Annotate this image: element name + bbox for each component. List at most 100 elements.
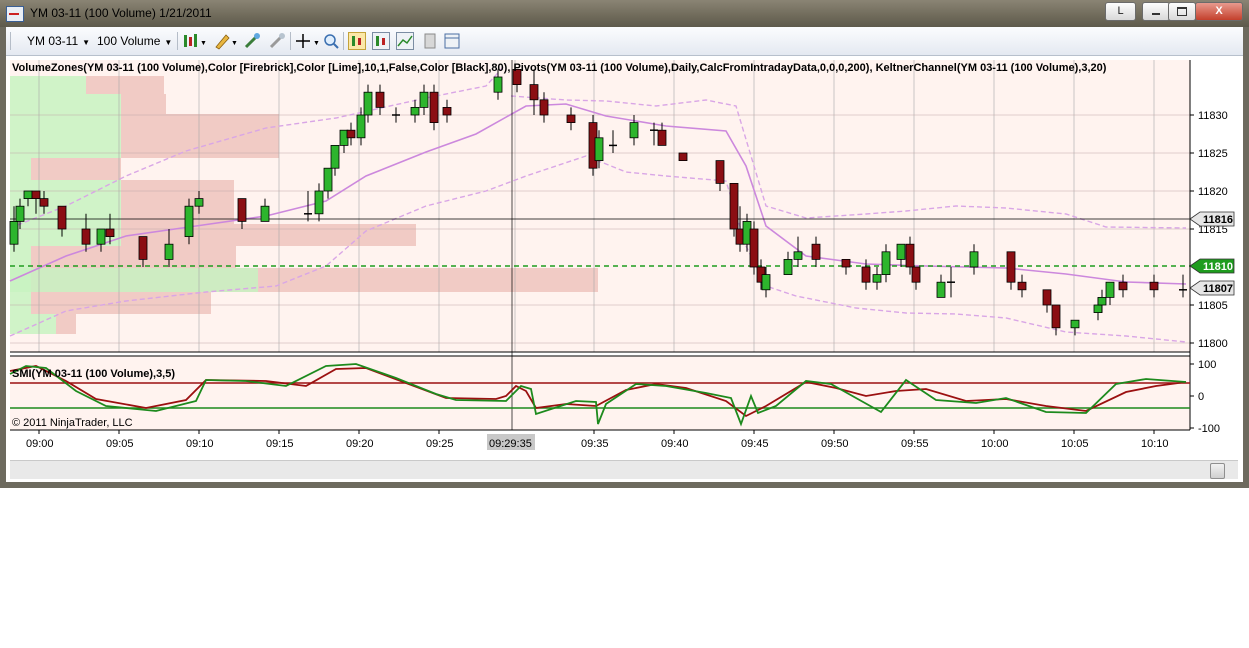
scrollbar-thumb[interactable] <box>1210 463 1225 479</box>
candle-down <box>237 198 247 222</box>
link-button[interactable]: L <box>1105 2 1136 21</box>
crosshair-time-label: 09:29:35 <box>489 438 532 450</box>
eraser-icon[interactable] <box>268 32 286 50</box>
close-button[interactable]: X <box>1195 2 1243 21</box>
candle-up <box>410 107 420 116</box>
candle-down <box>905 243 915 268</box>
volume-zone-sell <box>31 246 236 268</box>
toolbar-separator <box>290 32 291 50</box>
candle-up <box>761 274 771 291</box>
candle-up <box>323 167 333 192</box>
candle-up <box>194 198 204 207</box>
time-tick-label: 09:45 <box>741 438 769 450</box>
volume-zone-buy <box>10 114 121 136</box>
candle-up <box>594 137 604 162</box>
interval-label: 100 Volume <box>97 34 161 48</box>
drag-icon[interactable] <box>243 32 261 50</box>
indicator-header: VolumeZones(YM 03-11 (100 Volume),Color … <box>12 62 1107 74</box>
copyright-text: © 2011 NinjaTrader, LLC <box>12 417 133 429</box>
volume-zone-buy <box>10 158 31 180</box>
time-tick-label: 09:00 <box>26 438 54 450</box>
toolbar: YM 03-11 ▼ 100 Volume ▼ ▼ ▼ ▼ <box>6 27 1243 56</box>
candle-down <box>1051 304 1061 329</box>
chart-area[interactable]: 11830 11825 11820 11815 11805 11800 11816 11810… <box>6 56 1243 482</box>
candle-up <box>419 91 429 108</box>
volume-zone-sell <box>258 268 598 292</box>
app-window: YM 03-11 (100 Volume) 1/21/2011 L X YM 0… <box>0 0 1249 488</box>
instrument-selector[interactable]: YM 03-11 ▼ <box>27 34 90 48</box>
candle-down <box>31 190 41 199</box>
zoom-icon[interactable] <box>322 32 340 50</box>
toolbar-separator <box>343 32 344 50</box>
candle-up <box>783 258 793 275</box>
time-tick-label: 09:40 <box>661 438 689 450</box>
candle-down <box>346 129 356 139</box>
candle-up <box>493 76 503 93</box>
time-tick-label: 10:00 <box>981 438 1009 450</box>
candle-up <box>793 251 803 260</box>
crosshair-icon[interactable]: ▼ <box>295 32 321 50</box>
minimize-icon <box>1152 13 1160 16</box>
maximize-icon <box>1177 6 1187 16</box>
interval-selector[interactable]: 100 Volume ▼ <box>97 34 172 48</box>
data-box-icon[interactable] <box>348 32 366 50</box>
candle-up <box>96 228 106 245</box>
volume-zone-sell <box>121 224 416 246</box>
pencil-icon[interactable]: ▼ <box>213 32 239 50</box>
minimize-button[interactable] <box>1142 2 1170 21</box>
candle-up <box>15 205 25 222</box>
volume-zone-sell <box>121 136 279 158</box>
volume-zone-sell <box>121 114 279 136</box>
candle-down <box>861 266 871 283</box>
candle-down <box>657 129 667 146</box>
price-tick-label: 11805 <box>1198 300 1228 312</box>
candle-down <box>1017 281 1027 291</box>
candle-up <box>184 205 194 237</box>
horizontal-scrollbar[interactable] <box>10 460 1238 479</box>
time-tick-label: 09:55 <box>901 438 929 450</box>
volume-zone-sell <box>86 76 164 94</box>
volume-zone-sell <box>31 292 211 314</box>
time-tick-label: 09:05 <box>106 438 134 450</box>
title-bar[interactable]: YM 03-11 (100 Volume) 1/21/2011 L X <box>0 0 1249 27</box>
candle-up <box>9 220 19 245</box>
candle-down <box>811 243 821 260</box>
candle-down <box>529 84 539 101</box>
chart-properties-icon[interactable] <box>372 32 390 50</box>
candle-up <box>260 205 270 222</box>
volume-zone-sell <box>121 94 166 114</box>
candle-up <box>629 122 639 139</box>
volume-zone-buy <box>10 268 258 292</box>
resistance-price-marker-label: 11816 <box>1203 214 1233 226</box>
candle-up <box>1093 304 1103 313</box>
candle-down <box>539 99 549 116</box>
volume-zone-sell <box>56 314 76 334</box>
candle-down <box>841 258 851 268</box>
candle-up <box>872 274 882 283</box>
volume-zone-sell <box>31 158 121 180</box>
time-tick-label: 09:50 <box>821 438 849 450</box>
candlestick-icon[interactable]: ▼ <box>182 32 208 50</box>
smi-tick-label: -100 <box>1198 423 1220 435</box>
candle-up <box>363 91 373 116</box>
price-tick-label: 11800 <box>1198 338 1228 350</box>
candle-up <box>356 114 366 139</box>
candle-down <box>375 91 385 108</box>
chart-app-icon <box>6 6 24 22</box>
candle-down <box>81 228 91 245</box>
price-tick-label: 11820 <box>1198 186 1228 198</box>
time-tick-label: 10:05 <box>1061 438 1089 450</box>
panel-icon[interactable] <box>443 32 461 50</box>
candle-down <box>678 152 688 161</box>
strategies-icon[interactable] <box>396 32 414 50</box>
volume-zone-buy <box>10 136 121 158</box>
chart-canvas[interactable]: 1183011825118201181511805118001181611810… <box>6 56 1243 460</box>
candle-up <box>1097 296 1107 306</box>
pivot-price-marker-label: 11810 <box>1203 261 1233 273</box>
template-icon[interactable] <box>421 32 439 50</box>
maximize-button[interactable] <box>1168 2 1196 21</box>
volume-zone-buy <box>10 292 31 314</box>
time-tick-label: 09:25 <box>426 438 454 450</box>
candle-down <box>429 91 439 124</box>
volume-zone-sell <box>121 202 234 224</box>
